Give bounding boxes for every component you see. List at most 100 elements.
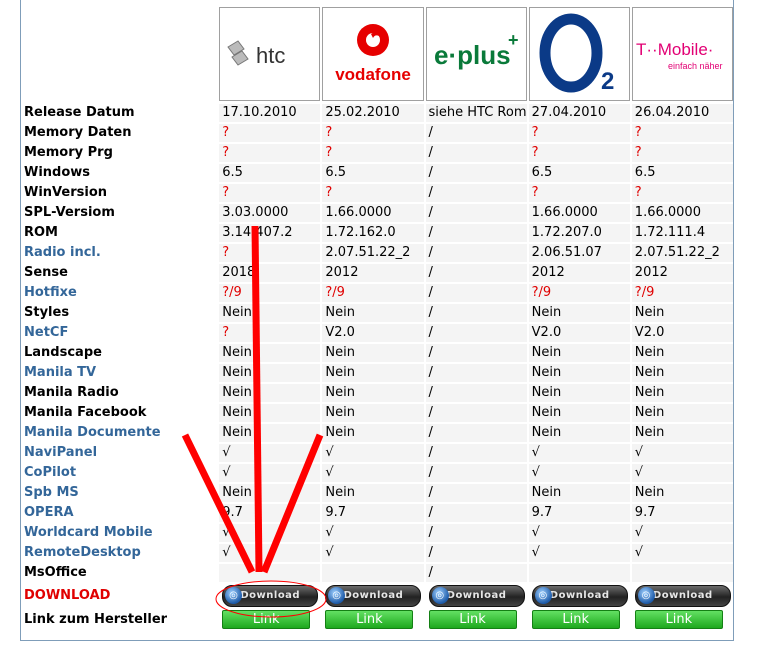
row-label: SPL-Versiom [21,204,218,222]
table-cell: siehe HTC Rom [425,104,527,122]
table-cell: Nein [322,424,424,442]
table-cell: √ [322,524,424,542]
table-cell: / [425,524,527,542]
windows-globe-icon: ◎ [431,587,449,604]
table-cell: ? [631,144,733,162]
row-label: ROM [21,224,218,242]
download-button-label: Download [240,590,301,601]
download-button[interactable]: ◎ Download [428,585,525,607]
download-button[interactable]: ◎ Download [222,585,319,607]
vodafone-logo-icon: vodafone [335,24,411,84]
provider-logo-tmobile[interactable]: T··Mobile· einfach näher [631,6,733,102]
table-cell: Nein [528,404,630,422]
table-cell: 3.14.407.2 [219,224,321,242]
table-cell: 2.07.51.22_2 [322,244,424,262]
download-button-label: Download [343,590,404,601]
provider-logo-o2[interactable]: 2 [528,6,630,102]
table-row: Windows 6.5 6.5/6.5 6.5 [21,164,733,182]
table-cell: 2018 [219,264,321,282]
download-label: DOWNLOAD [21,584,218,608]
table-row: Manila Radio Nein Nein / Nein Nein [21,384,733,402]
provider-logo-eplus[interactable]: e·plus + [425,6,527,102]
table-cell: / [425,204,527,222]
svg-text:T··Mobile·: T··Mobile· [636,40,713,59]
row-label[interactable]: CoPilot [21,464,218,482]
svg-text:+: + [508,30,519,50]
table-cell: / [425,264,527,282]
table-cell: Nein [219,404,321,422]
manufacturer-link-button[interactable]: Link [222,610,311,629]
table-cell: ? [322,124,424,142]
manufacturer-link-button[interactable]: Link [634,610,723,629]
table-row: OPERA 9.7 9.7/9.7 9.7 [21,504,733,522]
table-cell: ? [528,184,630,202]
table-row: Hotfixe ?/9 ?/9/?/9 ?/9 [21,284,733,302]
row-label: MsOffice [21,564,218,582]
table-cell: / [425,484,527,502]
table-cell: / [425,464,527,482]
table-cell: / [425,424,527,442]
row-label[interactable]: OPERA [21,504,218,522]
header-row: Link zum Betreiber-ROM ⇒ htc vodafone e·… [21,6,733,102]
row-label[interactable]: NetCF [21,324,218,342]
row-label[interactable]: Manila Documente [21,424,218,442]
table-cell: 1.66.0000 [631,204,733,222]
table-cell: ? [219,244,321,262]
table-cell: 2.07.51.22_2 [631,244,733,262]
htc-logo-icon: htc [227,40,285,68]
table-cell: Nein [631,424,733,442]
table-row: MsOffice / [21,564,733,582]
table-cell: 2012 [631,264,733,282]
table-cell: Nein [631,404,733,422]
download-button[interactable]: ◎ Download [325,585,422,607]
table-cell: 2.06.51.07 [528,244,630,262]
manufacturer-link-button[interactable]: Link [325,610,414,629]
table-cell: Nein [631,304,733,322]
row-label[interactable]: NaviPanel [21,444,218,462]
download-button[interactable]: ◎ Download [531,585,628,607]
download-button[interactable]: ◎ Download [634,585,731,607]
table-row: SPL-Versiom 3.03.0000 1.66.0000/1.66.0000 1… [21,204,733,222]
table-cell: / [425,444,527,462]
table-cell: Nein [219,384,321,402]
row-label[interactable]: RemoteDesktop [21,544,218,562]
table-cell: / [425,564,527,582]
table-cell: Nein [322,364,424,382]
svg-text:e·plus: e·plus [434,40,511,70]
provider-logo-htc[interactable]: htc [219,6,321,102]
row-label[interactable]: Radio incl. [21,244,218,262]
manufacturer-cell: Link [219,610,321,629]
table-cell: 9.7 [528,504,630,522]
manufacturer-link-button[interactable]: Link [531,610,620,629]
table-cell: ? [631,124,733,142]
table-cell: / [425,384,527,402]
table-cell: 6.5 [322,164,424,182]
eplus-logo-icon: e·plus + [434,30,519,70]
table-cell: ?/9 [219,284,321,302]
windows-globe-icon: ◎ [534,587,552,604]
table-cell: ? [322,184,424,202]
table-cell: Nein [219,484,321,502]
table-cell: √ [219,444,321,462]
row-label[interactable]: Worldcard Mobile [21,524,218,542]
svg-text:einfach näher: einfach näher [668,61,723,71]
row-label[interactable]: Spb MS [21,484,218,502]
row-label[interactable]: Manila TV [21,364,218,382]
table-cell: √ [528,544,630,562]
table-cell: V2.0 [631,324,733,342]
table-row: Spb MS Nein Nein / Nein Nein [21,484,733,502]
provider-logo-vodafone[interactable]: vodafone [322,6,424,102]
table-cell: √ [322,464,424,482]
table-cell: / [425,144,527,162]
table-cell: / [425,544,527,562]
table-cell: / [425,164,527,182]
windows-globe-icon: ◎ [637,587,655,604]
table-cell: Nein [219,344,321,362]
rom-comparison-panel: Link zum Betreiber-ROM ⇒ htc vodafone e·… [20,0,734,641]
manufacturer-link-button[interactable]: Link [428,610,517,629]
table-row: Worldcard Mobile √ √ / √ √ [21,524,733,542]
table-cell: √ [631,464,733,482]
table-cell: ? [219,324,321,342]
table-cell: ? [528,124,630,142]
row-label[interactable]: Hotfixe [21,284,218,302]
